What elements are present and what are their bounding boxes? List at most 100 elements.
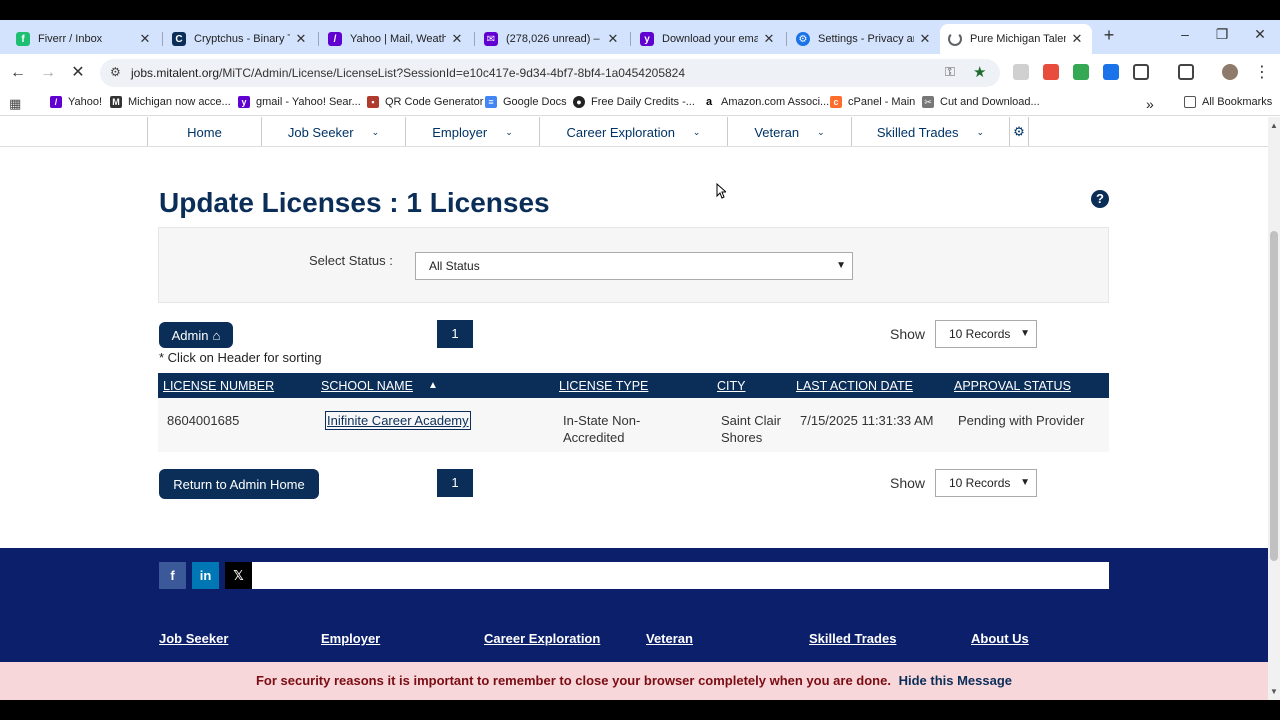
hide-message-link[interactable]: Hide this Message: [899, 673, 1012, 688]
nav-settings[interactable]: ⚙: [1010, 117, 1029, 147]
close-icon[interactable]: ✕: [606, 31, 620, 47]
all-bookmarks-label: All Bookmarks: [1202, 96, 1273, 108]
all-bookmarks[interactable]: All Bookmarks: [1184, 96, 1272, 108]
scrollbar-thumb[interactable]: [1270, 231, 1278, 561]
close-icon[interactable]: ✕: [294, 31, 308, 47]
nav-label: Career Exploration: [566, 124, 675, 140]
window-close-button[interactable]: ✕: [1250, 26, 1270, 43]
nav-career-exploration[interactable]: Career Exploration ⌄: [540, 117, 728, 147]
more-bookmarks-button[interactable]: »: [1146, 96, 1154, 112]
close-icon[interactable]: ✕: [762, 31, 776, 47]
password-key-icon[interactable]: ⚿: [945, 64, 955, 80]
bookmark-qr-code[interactable]: ▪ QR Code Generator: [367, 96, 483, 108]
tab-strip: f Fiverr / Inbox ✕ C Cryptchus - Binary …: [0, 20, 1280, 54]
back-button[interactable]: ←: [8, 63, 28, 83]
tab-unread-mail[interactable]: ✉ (278,026 unread) – br ✕: [476, 24, 628, 54]
tab-settings[interactable]: ⚙ Settings - Privacy and ✕: [788, 24, 940, 54]
status-select[interactable]: All Status ▼: [415, 252, 853, 280]
nav-employer[interactable]: Employer ⌄: [406, 117, 540, 147]
extension-icon[interactable]: [1103, 64, 1119, 80]
security-message-banner: For security reasons it is important to …: [0, 662, 1268, 700]
records-select-value: 10 Records: [949, 476, 1011, 490]
return-admin-home-button[interactable]: Return to Admin Home: [159, 469, 319, 499]
linkedin-icon[interactable]: in: [192, 562, 219, 589]
cut-icon: ✂: [922, 96, 934, 108]
tab-search-icon[interactable]: [1178, 64, 1194, 80]
extension-icon[interactable]: [1073, 64, 1089, 80]
close-icon[interactable]: ✕: [918, 31, 932, 47]
header-approval-status[interactable]: APPROVAL STATUS: [954, 379, 1071, 393]
header-last-action-date[interactable]: LAST ACTION DATE: [796, 379, 913, 393]
tab-pure-michigan-talent[interactable]: Pure Michigan Talent ✕: [940, 24, 1092, 54]
tab-download-email[interactable]: y Download your email ✕: [632, 24, 784, 54]
stop-loading-button[interactable]: ✕: [68, 63, 88, 83]
nav-veteran[interactable]: Veteran ⌄: [728, 117, 852, 147]
admin-button[interactable]: Admin ⌂: [159, 322, 233, 348]
close-icon[interactable]: ✕: [1070, 31, 1084, 47]
tab-title: (278,026 unread) – br: [506, 33, 602, 45]
chevron-down-icon: ⌄: [505, 126, 513, 137]
minimize-button[interactable]: –: [1175, 26, 1195, 42]
site-info-icon[interactable]: ⚙: [110, 65, 121, 79]
url-text[interactable]: jobs.mitalent.org/MiTC/Admin/License/Lic…: [131, 66, 685, 80]
header-school-name[interactable]: SCHOOL NAME: [321, 379, 413, 393]
records-per-page-select[interactable]: 10 Records ▼: [935, 320, 1037, 348]
facebook-icon[interactable]: f: [159, 562, 186, 589]
bookmark-cut-download[interactable]: ✂ Cut and Download...: [922, 96, 1040, 108]
tab-cryptchus[interactable]: C Cryptchus - Binary Tra ✕: [164, 24, 316, 54]
scroll-up-icon[interactable]: ▲: [1270, 121, 1278, 130]
nav-job-seeker[interactable]: Job Seeker ⌄: [262, 117, 406, 147]
footer-heading-about-us[interactable]: About Us: [971, 631, 1029, 646]
bookmark-amazon[interactable]: a Amazon.com Associ...: [703, 96, 829, 108]
menu-kebab-icon[interactable]: ⋮: [1252, 63, 1272, 83]
tab-fiverr[interactable]: f Fiverr / Inbox ✕: [8, 24, 160, 54]
home-icon: ⌂: [212, 327, 221, 343]
bookmark-star-icon[interactable]: ★: [973, 63, 986, 81]
records-per-page-select-bottom[interactable]: 10 Records ▼: [935, 469, 1037, 497]
close-icon[interactable]: ✕: [450, 31, 464, 47]
bookmark-cpanel[interactable]: c cPanel - Main: [830, 96, 915, 108]
header-city[interactable]: CITY: [717, 379, 745, 393]
avatar[interactable]: [1222, 64, 1238, 80]
x-icon[interactable]: 𝕏: [225, 562, 252, 589]
cell-school-name-link[interactable]: Inifinite Career Academy: [325, 411, 471, 430]
footer-heading-career-exploration[interactable]: Career Exploration: [484, 631, 600, 646]
restore-button[interactable]: ❐: [1212, 26, 1232, 43]
footer-heading-job-seeker[interactable]: Job Seeker: [159, 631, 228, 646]
chevron-down-icon: ▼: [1020, 477, 1030, 488]
nav-skilled-trades[interactable]: Skilled Trades ⌄: [852, 117, 1010, 147]
footer-search-input[interactable]: [252, 562, 1109, 589]
footer-heading-skilled-trades[interactable]: Skilled Trades: [809, 631, 896, 646]
footer-heading-veteran[interactable]: Veteran: [646, 631, 693, 646]
scroll-down-icon[interactable]: ▼: [1270, 687, 1278, 696]
screen: f Fiverr / Inbox ✕ C Cryptchus - Binary …: [0, 0, 1280, 720]
pager-page-1[interactable]: 1: [437, 320, 473, 348]
url-host: jobs.mitalent.org: [131, 66, 220, 80]
new-tab-button[interactable]: +: [1100, 26, 1118, 46]
nav-home[interactable]: Home: [148, 117, 262, 147]
header-license-number[interactable]: LICENSE NUMBER: [163, 379, 274, 393]
pager-page-1-bottom[interactable]: 1: [437, 469, 473, 497]
help-icon[interactable]: ?: [1091, 190, 1109, 208]
chevron-down-icon: ▼: [836, 260, 846, 271]
address-bar[interactable]: ⚙ jobs.mitalent.org/MiTC/Admin/License/L…: [100, 59, 1000, 87]
bookmark-label: cPanel - Main: [848, 96, 916, 108]
tab-separator: [162, 32, 163, 46]
bookmark-yahoo[interactable]: / Yahoo!: [50, 96, 102, 108]
extension-icon[interactable]: [1013, 64, 1029, 80]
header-license-type[interactable]: LICENSE TYPE: [559, 379, 648, 393]
forward-button[interactable]: →: [38, 63, 58, 83]
tab-yahoo-mail[interactable]: / Yahoo | Mail, Weather ✕: [320, 24, 472, 54]
extension-icon[interactable]: [1043, 64, 1059, 80]
tab-separator: [318, 32, 319, 46]
close-icon[interactable]: ✕: [138, 31, 152, 47]
puzzle-icon[interactable]: [1133, 64, 1149, 80]
bookmark-michigan-now[interactable]: M Michigan now acce...: [110, 96, 231, 108]
bookmark-gmail-search[interactable]: y gmail - Yahoo! Sear...: [238, 96, 361, 108]
apps-grid-icon[interactable]: ▦: [9, 96, 21, 112]
page-scrollbar[interactable]: ▲ ▼: [1268, 117, 1280, 700]
footer-heading-employer[interactable]: Employer: [321, 631, 380, 646]
bookmark-free-credits[interactable]: ● Free Daily Credits -...: [573, 96, 695, 108]
bookmark-google-docs[interactable]: ≡ Google Docs: [485, 96, 567, 108]
tab-title: Pure Michigan Talent: [970, 33, 1066, 45]
